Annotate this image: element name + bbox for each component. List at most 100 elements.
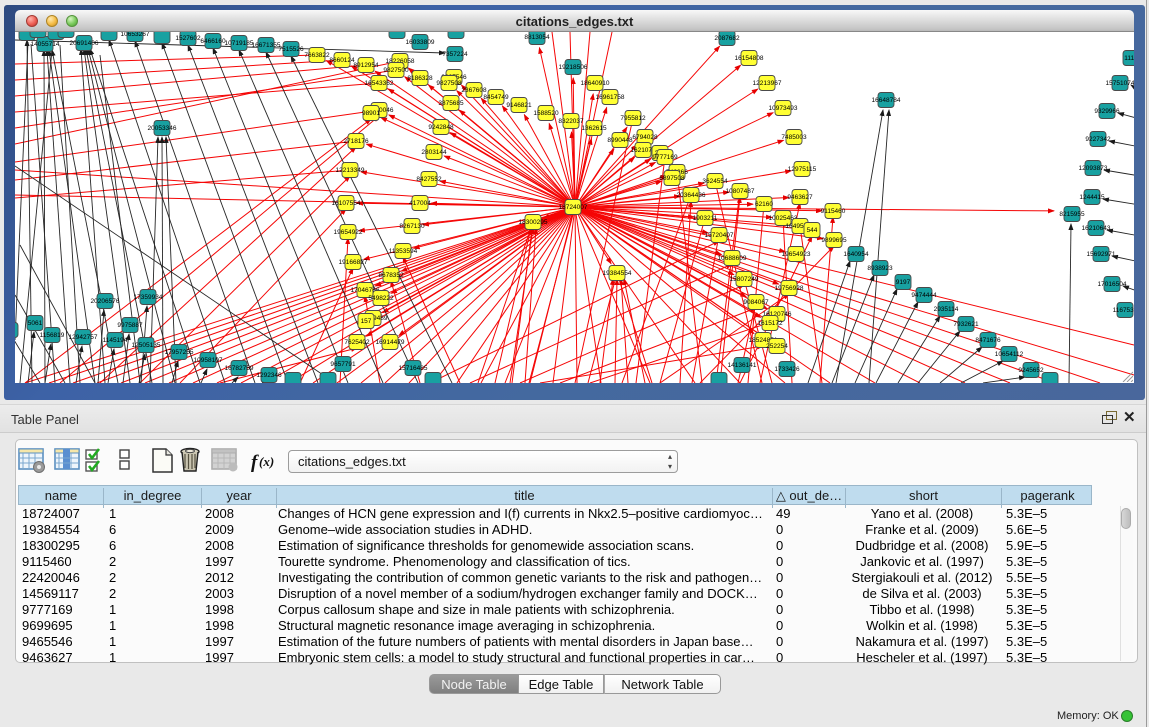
svg-text:2367608: 2367608 xyxy=(461,87,487,94)
svg-text:6897508: 6897508 xyxy=(659,175,685,182)
svg-text:8660124: 8660124 xyxy=(329,57,355,64)
svg-text:12213349: 12213349 xyxy=(336,167,365,174)
svg-text:8912954: 8912954 xyxy=(353,62,379,69)
svg-text:3624554: 3624554 xyxy=(702,178,728,185)
svg-text:8471676: 8471676 xyxy=(975,337,1001,344)
svg-text:10807487: 10807487 xyxy=(726,188,755,195)
svg-text:7932621: 7932621 xyxy=(953,321,979,328)
svg-text:62160: 62160 xyxy=(755,201,773,208)
svg-text:16154808: 16154808 xyxy=(735,55,764,62)
svg-text:10654112: 10654112 xyxy=(995,351,1024,358)
svg-text:2718176: 2718176 xyxy=(343,138,369,145)
svg-text:10653267: 10653267 xyxy=(121,32,150,38)
svg-text:(x): (x) xyxy=(259,454,274,469)
svg-text:9463627: 9463627 xyxy=(787,194,813,201)
svg-text:16033809: 16033809 xyxy=(406,39,435,46)
svg-text:19654923: 19654923 xyxy=(782,251,811,258)
svg-text:7485003: 7485003 xyxy=(781,134,807,141)
svg-text:1244415: 1244415 xyxy=(1079,194,1105,201)
svg-text:7955812: 7955812 xyxy=(620,115,646,122)
svg-text:8454749: 8454749 xyxy=(483,94,509,101)
svg-text:6794028: 6794028 xyxy=(632,134,658,141)
svg-text:7357224: 7357224 xyxy=(442,51,468,58)
svg-text:12942757: 12942757 xyxy=(69,334,98,341)
svg-text:1112: 1112 xyxy=(1124,55,1134,62)
svg-text:9245652: 9245652 xyxy=(1018,367,1044,374)
svg-text:18724007: 18724007 xyxy=(559,204,588,211)
svg-text:8938923: 8938923 xyxy=(867,265,893,272)
svg-text:1733426: 1733426 xyxy=(774,366,800,373)
svg-text:12213967: 12213967 xyxy=(753,80,782,87)
svg-text:9899695: 9899695 xyxy=(821,237,847,244)
svg-text:9197: 9197 xyxy=(896,279,911,286)
svg-text:8813054: 8813054 xyxy=(524,34,550,41)
svg-text:1527602: 1527602 xyxy=(175,35,201,42)
svg-text:8267130: 8267130 xyxy=(399,223,425,230)
svg-text:1640954: 1640954 xyxy=(843,251,869,258)
svg-text:15720407: 15720407 xyxy=(705,232,734,239)
svg-text:3875685: 3875685 xyxy=(438,100,464,107)
svg-text:6466160: 6466160 xyxy=(200,38,226,45)
svg-text:5061: 5061 xyxy=(28,320,43,327)
svg-text:9084067: 9084067 xyxy=(743,299,769,306)
svg-text:9227342: 9227342 xyxy=(1085,136,1111,143)
svg-text:9329966: 9329966 xyxy=(1094,108,1120,115)
svg-text:15751074: 15751074 xyxy=(1106,80,1134,87)
svg-text:20206576: 20206576 xyxy=(91,298,120,305)
svg-text:16671355: 16671355 xyxy=(252,42,281,49)
svg-text:252254: 252254 xyxy=(766,343,788,350)
svg-text:157: 157 xyxy=(361,318,372,325)
svg-text:8990448: 8990448 xyxy=(607,137,633,144)
svg-text:16782759: 16782759 xyxy=(225,365,254,372)
svg-text:1615172: 1615172 xyxy=(757,320,783,327)
svg-text:16107554: 16107554 xyxy=(332,200,361,207)
svg-text:12093873: 12093873 xyxy=(1079,165,1108,172)
svg-text:544: 544 xyxy=(807,227,818,234)
svg-text:9242848: 9242848 xyxy=(428,124,454,131)
svg-text:17359934: 17359934 xyxy=(134,294,163,301)
svg-text:16961758: 16961758 xyxy=(596,94,625,101)
svg-text:19166827: 19166827 xyxy=(339,259,368,266)
svg-text:14055714: 14055714 xyxy=(31,41,60,48)
svg-text:2087682: 2087682 xyxy=(714,35,740,42)
svg-text:1156819: 1156819 xyxy=(40,332,65,339)
svg-text:20053346: 20053346 xyxy=(148,125,177,132)
svg-text:2935114: 2935114 xyxy=(934,306,959,313)
svg-text:8186328: 8186328 xyxy=(407,75,433,82)
svg-text:14136141: 14136141 xyxy=(728,362,757,369)
svg-text:10688609: 10688609 xyxy=(718,255,747,262)
svg-text:15807249: 15807249 xyxy=(730,276,759,283)
svg-text:1167533: 1167533 xyxy=(1113,307,1134,314)
svg-text:15716485: 15716485 xyxy=(399,365,428,372)
svg-text:18640910: 18640910 xyxy=(581,80,610,87)
svg-text:f: f xyxy=(251,452,259,473)
svg-text:20691406: 20691406 xyxy=(70,40,99,47)
svg-text:12975115: 12975115 xyxy=(788,166,817,173)
svg-text:16648784: 16648784 xyxy=(872,97,901,104)
svg-text:9474444: 9474444 xyxy=(911,292,937,299)
svg-text:19218506: 19218506 xyxy=(559,64,588,71)
svg-text:1903211: 1903211 xyxy=(693,215,718,222)
svg-text:98901: 98901 xyxy=(362,110,380,117)
svg-text:10719185: 10719185 xyxy=(225,40,254,47)
svg-text:7515526: 7515526 xyxy=(278,46,304,53)
svg-text:9146821: 9146821 xyxy=(506,102,532,109)
svg-text:1588520: 1588520 xyxy=(533,110,559,117)
svg-text:17016504: 17016504 xyxy=(1098,281,1127,288)
svg-text:1145194: 1145194 xyxy=(103,337,128,344)
svg-text:8322037: 8322037 xyxy=(558,118,584,125)
svg-text:5498222: 5498222 xyxy=(368,295,394,302)
svg-text:2803144: 2803144 xyxy=(421,149,447,156)
svg-text:16914479: 16914479 xyxy=(376,339,405,346)
svg-text:15692971: 15692971 xyxy=(1087,251,1116,258)
svg-text:1362615: 1362615 xyxy=(581,125,607,132)
svg-text:417004: 417004 xyxy=(409,200,431,207)
svg-text:8427552: 8427552 xyxy=(416,176,442,183)
svg-text:12505135: 12505135 xyxy=(132,342,161,349)
svg-text:19756928: 19756928 xyxy=(775,285,804,292)
svg-text:9115460: 9115460 xyxy=(821,208,846,215)
svg-text:9827500: 9827500 xyxy=(383,67,409,74)
svg-text:17957255: 17957255 xyxy=(165,349,194,356)
svg-text:11353594: 11353594 xyxy=(389,248,418,255)
svg-text:8215955: 8215955 xyxy=(1059,211,1085,218)
